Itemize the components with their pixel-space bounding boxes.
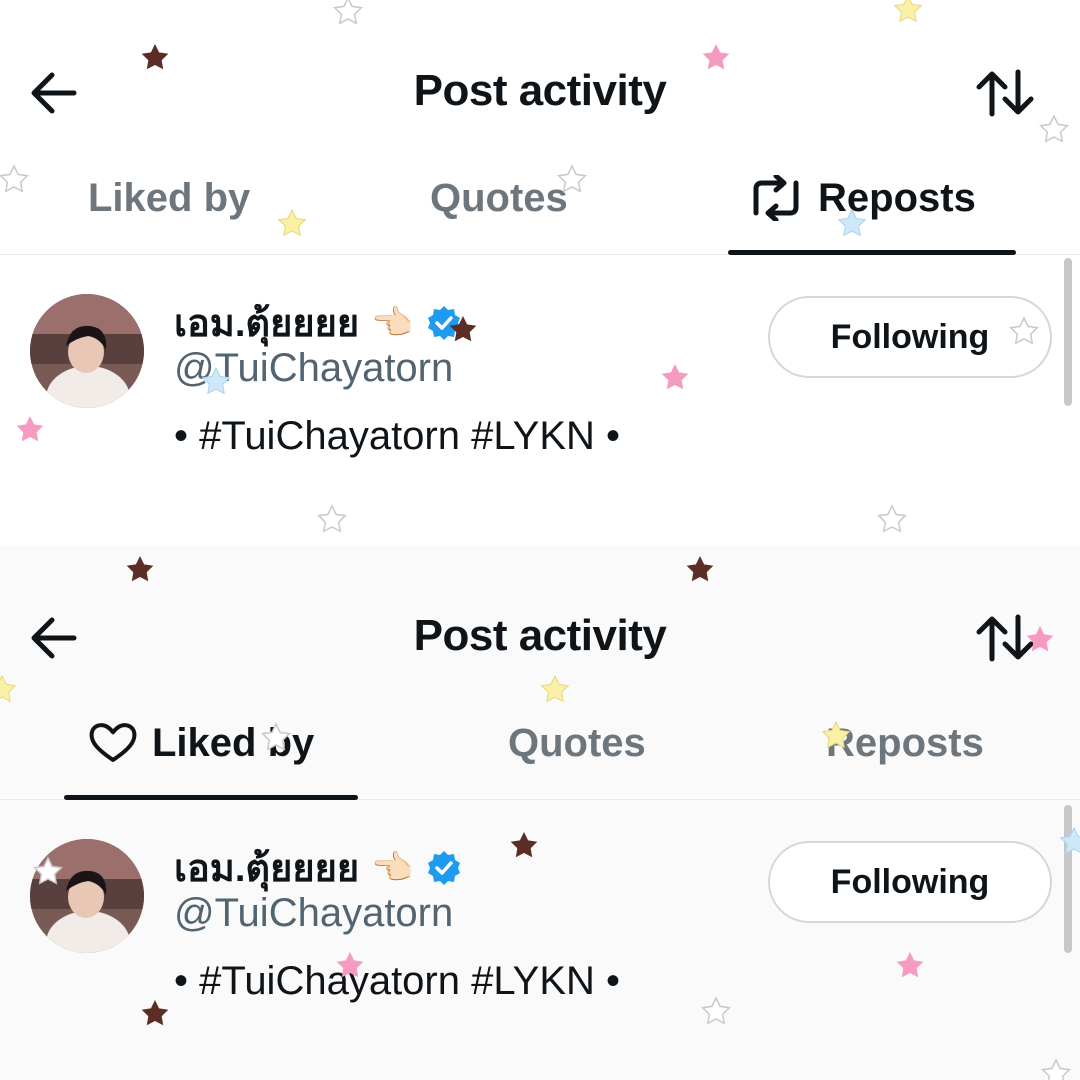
post-activity-screen-top: Post activity Liked by Quotes Reposts เอ… bbox=[0, 0, 1080, 545]
repost-icon bbox=[753, 175, 799, 221]
scrollbar[interactable] bbox=[1064, 805, 1072, 953]
active-tab-indicator bbox=[64, 795, 358, 800]
pointing-hand-emoji: 👈🏻 bbox=[371, 848, 414, 887]
tab-label: Quotes bbox=[508, 720, 646, 765]
tab-quotes[interactable]: Quotes bbox=[430, 168, 568, 228]
user-list-item[interactable]: เอม.ตุ้ยยยย 👈🏻 @TuiChayatorn • #TuiChaya… bbox=[0, 256, 1080, 506]
user-bio: • #TuiChayatorn #LYKN • bbox=[174, 959, 620, 1003]
tab-quotes[interactable]: Quotes bbox=[508, 713, 646, 773]
tab-bar: Liked by Quotes Reposts bbox=[0, 695, 1080, 800]
tab-label: Quotes bbox=[430, 175, 568, 220]
display-name: เอม.ตุ้ยยยย 👈🏻 bbox=[174, 837, 462, 898]
heart-icon bbox=[89, 723, 137, 762]
page-title: Post activity bbox=[413, 66, 667, 115]
scrollbar[interactable] bbox=[1064, 258, 1072, 406]
active-tab-indicator bbox=[728, 250, 1016, 255]
user-bio: • #TuiChayatorn #LYKN • bbox=[174, 414, 620, 458]
tab-label: Liked by bbox=[88, 175, 251, 220]
display-name-text: เอม.ตุ้ยยยย bbox=[174, 848, 360, 890]
user-list-item[interactable]: เอม.ตุ้ยยยย 👈🏻 @TuiChayatorn • #TuiChaya… bbox=[0, 801, 1080, 1051]
avatar[interactable] bbox=[30, 839, 144, 953]
user-handle: @TuiChayatorn bbox=[174, 346, 454, 390]
user-handle: @TuiChayatorn bbox=[174, 891, 454, 935]
tab-bar: Liked by Quotes Reposts bbox=[0, 150, 1080, 255]
tab-label: Reposts bbox=[826, 720, 984, 765]
pointing-hand-emoji: 👈🏻 bbox=[371, 303, 414, 342]
tab-liked-by[interactable]: Liked by bbox=[88, 713, 314, 773]
verified-badge-icon bbox=[427, 305, 460, 340]
display-name: เอม.ตุ้ยยยย 👈🏻 bbox=[174, 292, 462, 353]
sort-arrows-icon[interactable] bbox=[974, 613, 1036, 663]
tab-liked-by[interactable]: Liked by bbox=[88, 168, 250, 228]
sort-arrows-icon[interactable] bbox=[974, 68, 1036, 118]
tab-label: Liked by bbox=[152, 720, 315, 765]
following-button[interactable]: Following bbox=[768, 841, 1052, 923]
display-name-text: เอม.ตุ้ยยยย bbox=[174, 303, 360, 345]
tab-reposts[interactable]: Reposts bbox=[748, 168, 976, 228]
avatar[interactable] bbox=[30, 294, 144, 408]
verified-badge-icon bbox=[427, 850, 460, 885]
following-button[interactable]: Following bbox=[768, 296, 1052, 378]
page-title: Post activity bbox=[413, 611, 667, 660]
tab-reposts[interactable]: Reposts bbox=[826, 713, 984, 773]
tab-label: Reposts bbox=[818, 175, 976, 220]
post-activity-screen-bottom: Post activity Liked by Quotes Reposts เอ… bbox=[0, 545, 1080, 1080]
